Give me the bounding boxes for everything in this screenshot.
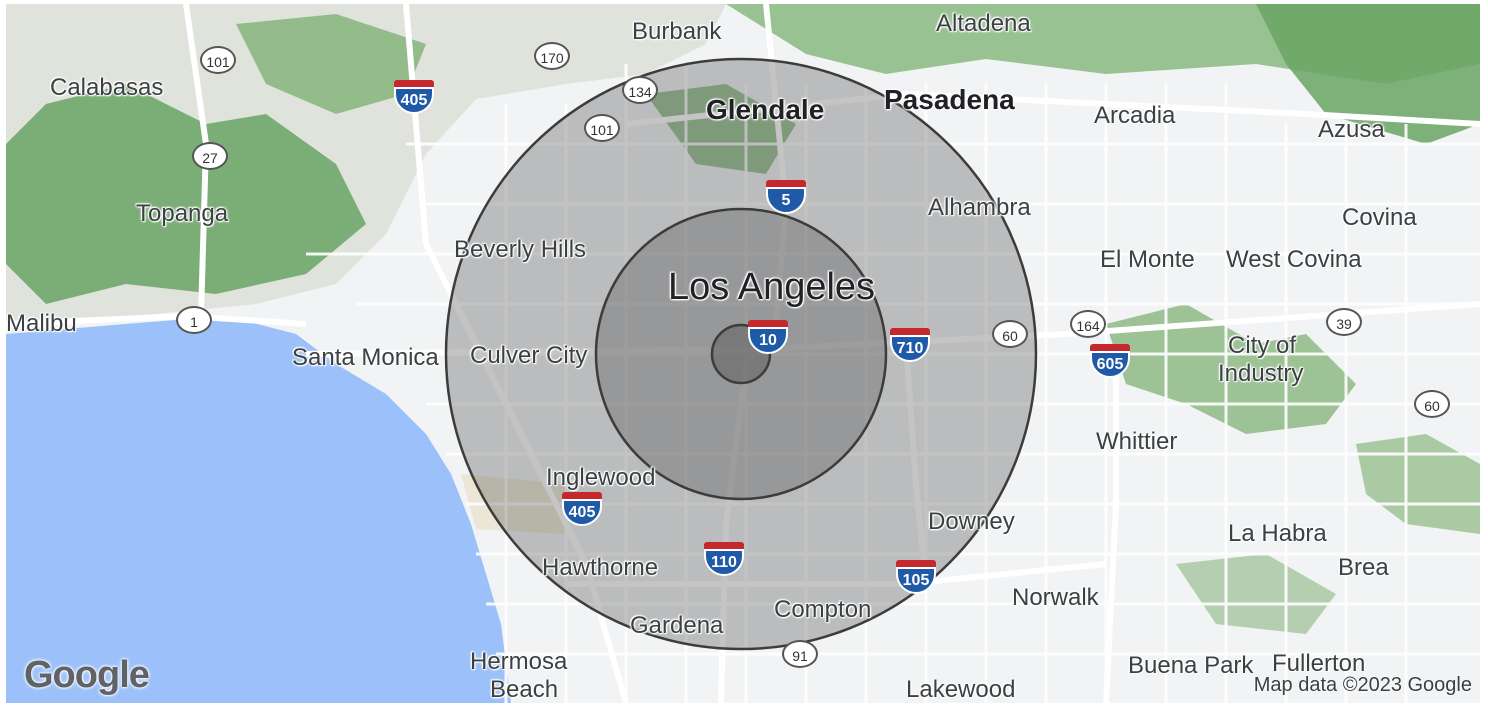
route-60-shield: 60	[992, 320, 1028, 348]
place-calabasas: Calabasas	[50, 74, 164, 101]
route-1-shield: 1	[176, 306, 212, 334]
interstate-405b-label: 405	[562, 499, 602, 526]
place-altadena: Altadena	[936, 10, 1031, 37]
interstate-110-label: 110	[704, 549, 744, 576]
place-city-of-industry-line2: Industry	[1218, 360, 1304, 387]
place-lakewood: Lakewood	[906, 676, 1016, 703]
route-91-shield: 91	[782, 640, 818, 668]
route-101-shield: 101	[200, 46, 236, 74]
interstate-10-shield: 10	[748, 320, 788, 356]
route-101b-shield: 101	[584, 114, 620, 142]
interstate-110-shield: 110	[704, 542, 744, 578]
place-alhambra: Alhambra	[928, 194, 1031, 221]
interstate-605-shield: 605	[1090, 344, 1130, 380]
google-logo[interactable]: Google	[24, 654, 150, 697]
route-60b-shield: 60	[1414, 390, 1450, 418]
place-covina: Covina	[1342, 204, 1417, 231]
interstate-405b-shield: 405	[562, 492, 602, 528]
route-134-shield: 134	[622, 76, 658, 104]
place-norwalk: Norwalk	[1012, 584, 1099, 611]
place-burbank: Burbank	[632, 18, 722, 45]
place-compton: Compton	[774, 596, 872, 623]
route-164-shield: 164	[1070, 310, 1106, 338]
place-azusa: Azusa	[1318, 116, 1385, 143]
interstate-710-shield: 710	[890, 328, 930, 364]
place-arcadia: Arcadia	[1094, 102, 1176, 129]
place-inglewood: Inglewood	[546, 464, 656, 491]
place-glendale: Glendale	[706, 94, 825, 125]
place-la-habra: La Habra	[1228, 520, 1327, 547]
interstate-5-label: 5	[766, 187, 806, 214]
place-west-covina: West Covina	[1226, 246, 1362, 273]
interstate-710-label: 710	[890, 335, 930, 362]
route-170-shield: 170	[534, 42, 570, 70]
place-malibu: Malibu	[6, 310, 77, 337]
place-beverly-hills: Beverly Hills	[454, 236, 587, 263]
place-buena-park: Buena Park	[1128, 652, 1254, 679]
place-gardena: Gardena	[630, 612, 724, 639]
place-brea: Brea	[1338, 554, 1389, 581]
map-attribution[interactable]: Map data ©2023 Google	[1254, 674, 1472, 697]
interstate-405-shield: 405	[394, 80, 434, 116]
interstate-5-shield: 5	[766, 180, 806, 216]
route-39-shield: 39	[1326, 308, 1362, 336]
place-santa-monica: Santa Monica	[292, 344, 439, 371]
interstate-405-label: 405	[394, 87, 434, 114]
place-city-of-industry-line1: City of	[1228, 332, 1297, 359]
place-topanga: Topanga	[136, 200, 229, 227]
place-pasadena: Pasadena	[884, 84, 1015, 115]
place-el-monte: El Monte	[1100, 246, 1195, 273]
place-hermosa-beach-line1: Hermosa	[470, 648, 568, 675]
place-whittier: Whittier	[1096, 428, 1178, 455]
interstate-605-label: 605	[1090, 351, 1130, 378]
place-downey: Downey	[928, 508, 1015, 535]
interstate-105-shield: 105	[896, 560, 936, 596]
place-hawthorne: Hawthorne	[542, 554, 659, 581]
place-hermosa-beach-line2: Beach	[490, 676, 559, 703]
place-los-angeles: Los Angeles	[668, 266, 876, 308]
map-view[interactable]: Burbank Altadena Calabasas Glendale Pasa…	[6, 4, 1480, 703]
interstate-105-label: 105	[896, 567, 936, 594]
interstate-10-label: 10	[748, 327, 788, 354]
place-culver-city: Culver City	[470, 342, 588, 369]
route-27-shield: 27	[192, 142, 228, 170]
